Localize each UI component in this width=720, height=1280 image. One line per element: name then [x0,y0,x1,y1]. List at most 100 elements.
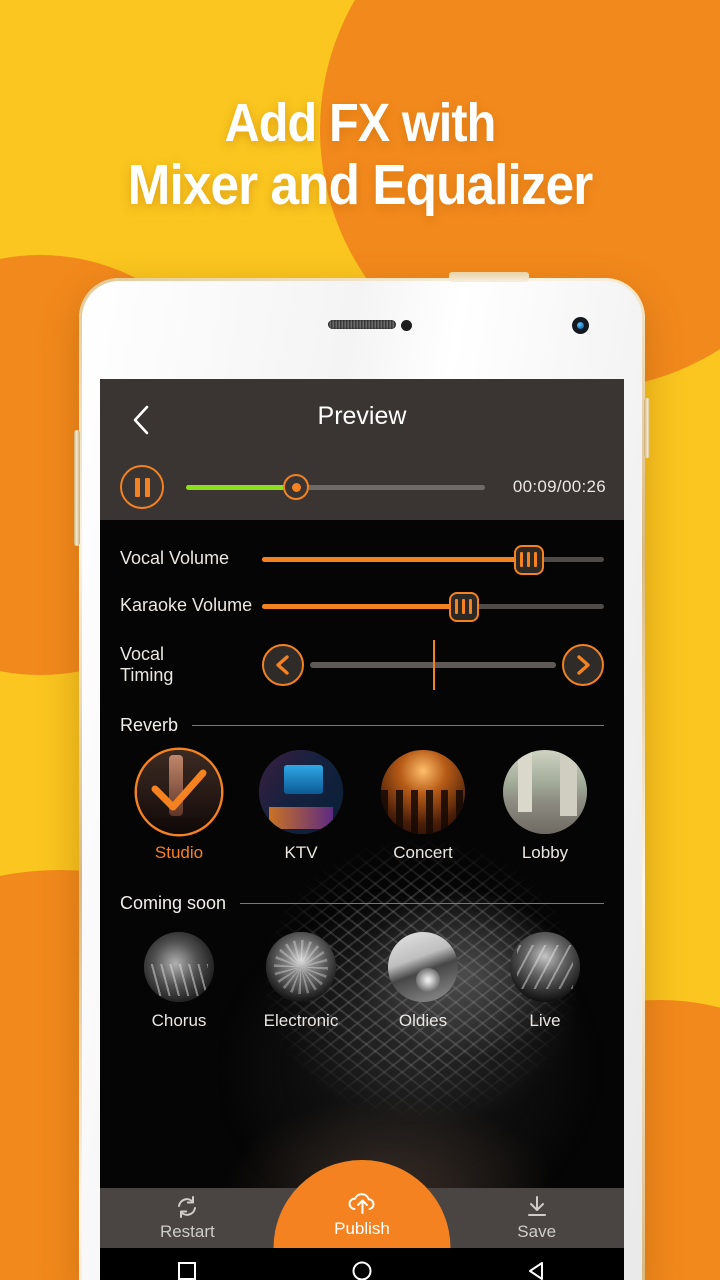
seek-bar[interactable] [186,465,501,509]
karaoke-volume-thumb[interactable] [448,591,479,622]
vocal-timing-slider[interactable] [310,635,556,695]
volume-button [74,430,80,546]
karaoke-volume-row: Karaoke Volume [100,582,624,629]
restart-button[interactable]: Restart [100,1195,275,1242]
reverb-preset-studio[interactable]: Studio [118,750,240,863]
vocal-timing-center-marker [433,640,435,690]
karaoke-volume-label: Karaoke Volume [120,595,253,615]
reverb-title: Reverb [120,715,179,735]
coming-soon-preset-grid: Chorus Electronic Oldies Live [100,914,624,1031]
vocal-timing-label-line-1: Vocal [120,644,165,664]
recents-button[interactable] [176,1260,198,1280]
coming-soon-thumbnail [266,932,336,1002]
vocal-timing-increase-button[interactable] [562,644,604,686]
triangle-back-icon [528,1262,543,1280]
equalizer-thumb-icon-bar-3 [469,599,473,614]
seek-thumb[interactable] [283,474,310,500]
reverb-preset-label: KTV [284,843,318,862]
coming-soon-preset-live[interactable]: Live [484,932,606,1031]
reverb-preset-thumbnail [503,750,587,834]
karaoke-volume-slider[interactable] [262,584,604,628]
vocal-volume-slider[interactable] [262,537,604,581]
reverb-section-header: Reverb [100,715,624,736]
coming-soon-title: Coming soon [120,893,227,913]
electronic-artwork [266,932,336,1002]
coming-soon-thumbnail [510,932,580,1002]
reverb-preset-thumbnail [259,750,343,834]
vocal-volume-row: Vocal Volume [100,535,624,582]
reverb-preset-ktv[interactable]: KTV [240,750,362,863]
restart-icon [178,1195,197,1218]
reverb-preset-grid: Studio KTV Concert Lobby [100,736,624,863]
download-icon [527,1195,546,1216]
coming-soon-thumbnail [144,932,214,1002]
vocal-volume-fill [262,556,529,562]
equalizer-thumb-icon-bar-1 [520,552,524,567]
coming-soon-preset-oldies[interactable]: Oldies [362,932,484,1031]
home-button[interactable] [351,1260,373,1280]
chevron-left-circle-icon [276,655,289,675]
phone-screen: Preview 00:09/00:26 Vocal Volume Karaoke… [100,379,624,1280]
vocal-volume-thumb[interactable] [513,544,544,575]
app-header: Preview 00:09/00:26 [100,379,624,520]
time-label: 00:09/00:26 [512,477,606,496]
reverb-preset-lobby[interactable]: Lobby [484,750,606,863]
player-transport: 00:09/00:26 [100,461,624,513]
reverb-preset-label: Lobby [521,843,569,862]
ktv-artwork [259,750,343,834]
equalizer-thumb-icon-bar-1 [455,599,459,614]
square-icon [178,1262,197,1280]
pause-icon-bar-right [144,477,150,497]
save-label: Save [517,1221,557,1241]
vocal-timing-row: Vocal Timing [100,629,624,701]
pause-icon-bar-left [134,477,140,497]
selected-check [137,750,221,834]
equalizer-thumb-icon-bar-2 [527,552,531,567]
chorus-artwork [144,932,214,1002]
vocal-timing-label-line-2: Timing [120,665,174,685]
lobby-artwork [503,750,587,834]
power-button [644,398,650,458]
headline-line-1: Add FX with [224,93,497,153]
vocal-timing-decrease-button[interactable] [262,644,304,686]
oldies-artwork [388,932,458,1002]
circle-icon [352,1261,372,1280]
phone-mockup: Preview 00:09/00:26 Vocal Volume Karaoke… [74,272,650,1280]
reverb-preset-label: Studio [154,843,204,862]
vocal-volume-label: Vocal Volume [120,548,230,568]
karaoke-volume-fill [262,603,464,609]
reverb-preset-label: Concert [393,843,453,862]
live-artwork [510,932,580,1002]
chevron-right-circle-icon [577,655,590,675]
check-icon [151,769,207,811]
concert-artwork [381,750,465,834]
reverb-divider [192,725,604,726]
coming-soon-label: Chorus [151,1011,207,1030]
coming-soon-label: Oldies [398,1011,448,1030]
back-nav-button[interactable] [526,1260,548,1280]
android-nav-bar [100,1248,624,1280]
phone-top-nub [449,272,529,282]
coming-soon-label: Electronic [263,1011,339,1030]
reverb-preset-thumbnail [137,750,221,834]
coming-soon-divider [240,903,604,904]
cloud-upload-icon [348,1193,374,1214]
coming-soon-thumbnail [388,932,458,1002]
reverb-preset-concert[interactable]: Concert [362,750,484,863]
equalizer-thumb-icon-bar-3 [534,552,538,567]
restart-label: Restart [159,1221,215,1241]
page-title: Preview [317,402,407,430]
coming-soon-preset-chorus[interactable]: Chorus [118,932,240,1031]
earpiece-speaker [328,320,396,329]
coming-soon-preset-electronic[interactable]: Electronic [240,932,362,1031]
equalizer-thumb-icon-bar-2 [462,599,466,614]
proximity-sensor [401,320,412,331]
save-button[interactable]: Save [449,1195,624,1242]
front-camera [572,317,589,334]
headline-line-2: Mixer and Equalizer [127,153,594,217]
vocal-timing-label: Vocal Timing [120,644,262,686]
coming-soon-section-header: Coming soon [100,893,624,914]
publish-label: Publish [334,1219,390,1238]
app-body: Vocal Volume Karaoke Volume Vocal Timing… [100,520,624,1280]
pause-button[interactable] [120,465,164,509]
